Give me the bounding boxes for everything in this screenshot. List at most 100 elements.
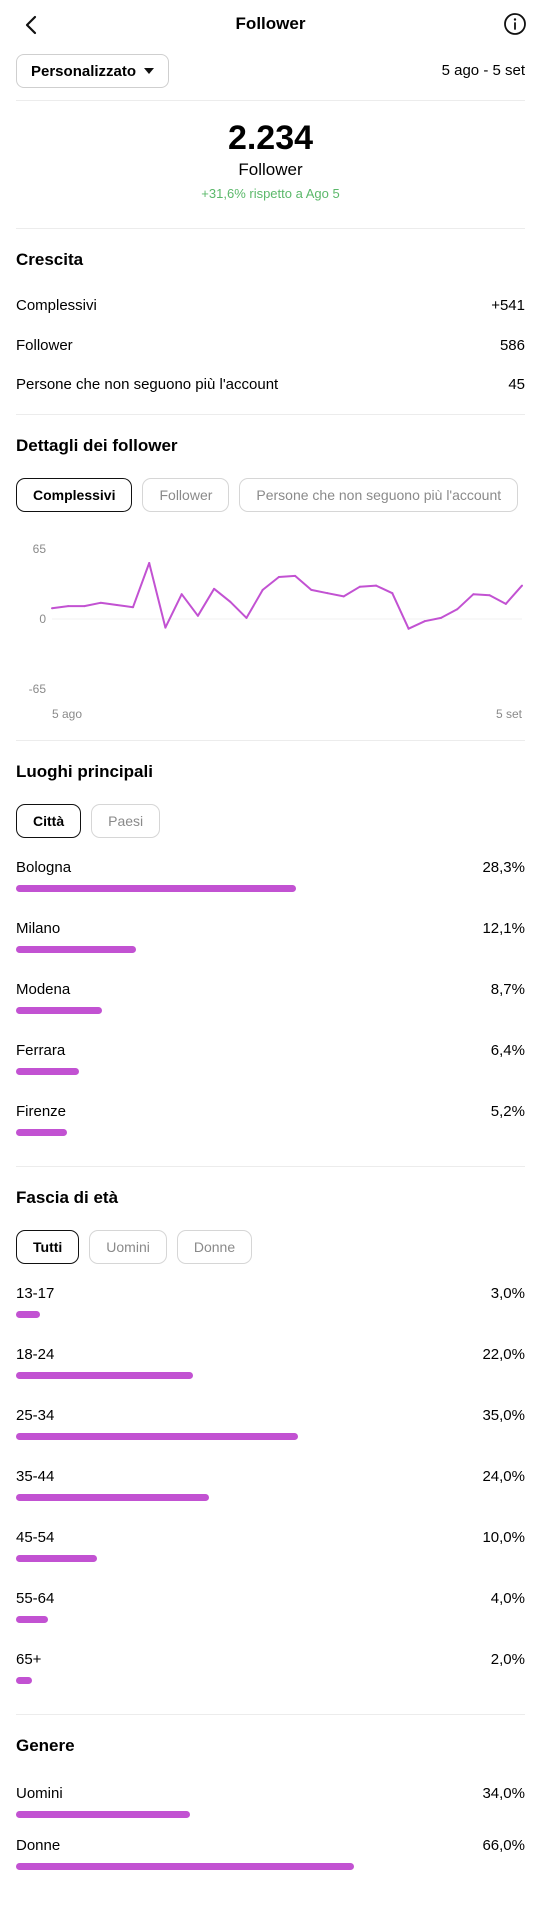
bar-fill — [16, 1811, 191, 1818]
tab-follower[interactable]: Follower — [142, 478, 230, 512]
divider — [16, 100, 525, 101]
bar-value: 10,0% — [482, 1529, 525, 1546]
data-point — [472, 593, 475, 596]
bar-row: Milano 12,1% — [16, 920, 525, 960]
data-point — [391, 592, 394, 595]
stat-value: 45 — [508, 376, 525, 393]
bar-label: Firenze — [16, 1103, 67, 1120]
bar-fill — [16, 1007, 103, 1014]
stat-label: Complessivi — [16, 297, 97, 314]
bar-fill — [16, 1555, 97, 1562]
data-point — [294, 574, 297, 577]
data-point — [456, 608, 459, 611]
bar-fill — [16, 1433, 298, 1440]
data-point — [115, 604, 118, 606]
data-point — [375, 584, 378, 587]
top-bar: Follower — [0, 0, 541, 50]
caret-down-icon — [144, 68, 155, 74]
tab-donne[interactable]: Donne — [176, 1230, 253, 1264]
bar-label: Modena — [16, 981, 71, 998]
bar-value: 34,0% — [482, 1785, 525, 1802]
bar-label: Ferrara — [16, 1042, 66, 1059]
bar-fill — [16, 946, 136, 953]
filter-row: Personalizzato 5 ago - 5 set — [16, 54, 525, 88]
divider — [16, 1166, 525, 1167]
bar-row: Donne 66,0% — [16, 1837, 525, 1877]
gender-title: Genere — [16, 1736, 75, 1755]
period-dropdown[interactable]: Personalizzato — [16, 54, 170, 88]
age-tabs: Tutti Uomini Donne — [16, 1230, 525, 1264]
details-tabs: Complessivi Follower Persone che non seg… — [16, 478, 525, 512]
page-title: Follower — [235, 14, 306, 33]
summary: 2.234 Follower +31,6% rispetto a Ago 5 — [0, 118, 541, 201]
y-tick-label: 65 — [33, 542, 47, 556]
bar-label: Bologna — [16, 859, 72, 876]
tab-unfollowers[interactable]: Persone che non seguono più l'account — [239, 478, 519, 512]
data-point — [521, 584, 523, 587]
bar-value: 3,0% — [490, 1285, 525, 1302]
data-point — [164, 626, 167, 629]
age-title: Fascia di età — [16, 1188, 119, 1207]
stat-row: Complessivi +541 — [16, 297, 525, 321]
follower-line-chart: 65 0 -65 5 ago 5 set — [29, 542, 523, 721]
stat-label: Follower — [16, 337, 73, 354]
bar-label: 35-44 — [16, 1468, 55, 1485]
bar-fill — [16, 1616, 49, 1623]
bar-value: 35,0% — [482, 1407, 525, 1424]
bar-row: Uomini 34,0% — [16, 1785, 525, 1825]
bar-label: Milano — [16, 920, 61, 937]
data-point — [407, 627, 410, 630]
bar-value: 6,4% — [490, 1042, 525, 1059]
bar-label: Uomini — [16, 1785, 63, 1802]
details-title: Dettagli dei follower — [16, 436, 178, 455]
data-point — [488, 594, 491, 597]
follower-total: 2.234 — [227, 119, 314, 157]
data-point — [213, 587, 216, 590]
tab-tutti[interactable]: Tutti — [16, 1230, 80, 1264]
data-point — [83, 605, 86, 608]
data-point — [196, 614, 199, 617]
date-range: 5 ago - 5 set — [441, 62, 525, 79]
data-point — [326, 592, 329, 595]
data-point — [67, 605, 70, 608]
tab-citta[interactable]: Città — [16, 804, 82, 838]
bar-value: 24,0% — [482, 1468, 525, 1485]
data-point — [180, 593, 183, 596]
bar-label: 55-64 — [16, 1590, 55, 1607]
bar-label: 65+ — [16, 1651, 42, 1668]
bar-value: 66,0% — [482, 1837, 525, 1854]
bar-label: Donne — [16, 1837, 61, 1854]
bar-value: 22,0% — [482, 1346, 525, 1363]
data-point — [99, 601, 102, 604]
bar-label: 45-54 — [16, 1529, 55, 1546]
tab-paesi[interactable]: Paesi — [91, 804, 161, 838]
tab-uomini[interactable]: Uomini — [89, 1230, 167, 1264]
data-point — [439, 616, 442, 619]
stat-row: Persone che non seguono più l'account 45 — [16, 376, 525, 400]
bar-fill — [16, 1863, 354, 1870]
bar-fill — [16, 1372, 194, 1379]
bar-row: Ferrara 6,4% — [16, 1042, 525, 1082]
bar-fill — [16, 1677, 33, 1684]
bar-row: Firenze 5,2% — [16, 1103, 525, 1143]
bar-label: 18-24 — [16, 1346, 55, 1363]
stat-row: Follower 586 — [16, 337, 525, 361]
bar-value: 4,0% — [490, 1590, 525, 1607]
data-point — [277, 576, 280, 578]
bar-fill — [16, 1311, 41, 1318]
bar-fill — [16, 1494, 210, 1501]
bar-row: 65+ 2,0% — [16, 1651, 525, 1691]
follower-delta: +31,6% rispetto a Ago 5 — [201, 186, 340, 201]
divider — [16, 414, 525, 415]
tab-complessivi[interactable]: Complessivi — [16, 478, 133, 512]
bar-fill — [16, 885, 297, 892]
locations-title: Luoghi principali — [16, 762, 153, 781]
bar-row: 25-34 35,0% — [16, 1407, 525, 1447]
bar-row: 35-44 24,0% — [16, 1468, 525, 1508]
bar-value: 2,0% — [490, 1651, 525, 1668]
divider — [16, 740, 525, 741]
data-point — [310, 588, 313, 591]
growth-title: Crescita — [16, 250, 84, 269]
info-button[interactable] — [503, 12, 527, 36]
stat-value: +541 — [491, 297, 525, 314]
